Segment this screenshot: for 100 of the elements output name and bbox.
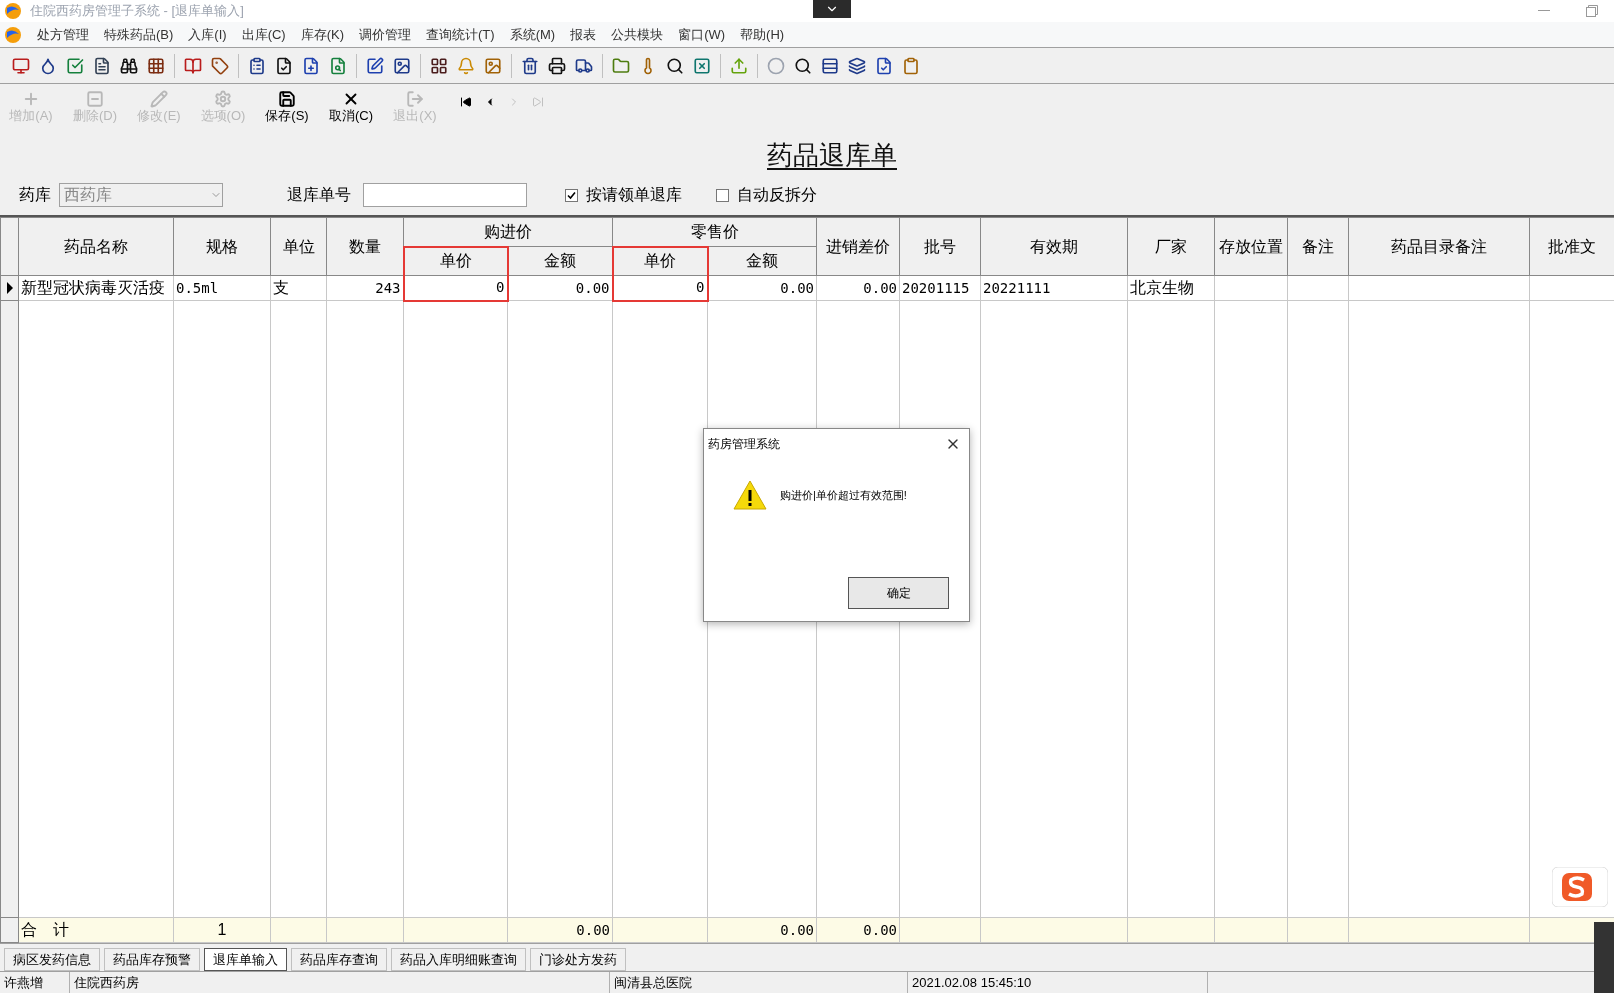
pencil-icon (150, 89, 168, 108)
menu-item[interactable]: 处方管理 (37, 24, 89, 45)
total-cell: 0.00 (816, 917, 900, 943)
table-cell: 20201115 (899, 275, 981, 301)
edit-icon[interactable] (366, 56, 384, 75)
column-header[interactable]: 厂家 (1127, 217, 1215, 276)
document-tab[interactable]: 病区发药信息 (4, 948, 100, 971)
checkbox-label[interactable]: 自动反拆分 (737, 183, 817, 207)
ime-logo-icon[interactable] (1552, 867, 1608, 907)
status-field: 2021.02.08 15:45:10 (908, 972, 1208, 993)
binoculars-icon[interactable] (120, 56, 138, 75)
toolbar-button[interactable]: 取消(C) (324, 89, 378, 124)
table-cell: 0.00 (707, 275, 817, 301)
file-check-icon[interactable] (875, 56, 893, 75)
document-tab[interactable]: 药品库存预警 (104, 948, 200, 971)
column-header[interactable]: 药品名称 (18, 217, 174, 276)
clipboard-icon[interactable] (248, 56, 266, 75)
checkbox[interactable] (565, 188, 578, 202)
gear-icon (214, 89, 232, 108)
column-header[interactable]: 批号 (899, 217, 981, 276)
menu-item[interactable]: 特殊药品(B) (104, 24, 174, 45)
table-cell: 新型冠状病毒灭活疫 (18, 275, 174, 301)
file-plus-icon[interactable] (302, 56, 320, 75)
image-icon[interactable] (393, 56, 411, 75)
table-cell: 0 (403, 275, 508, 301)
menu-item[interactable]: 系统(M) (509, 24, 556, 45)
status-field: 住院西药房 (70, 972, 610, 993)
file-check-icon[interactable] (275, 56, 293, 75)
column-header[interactable]: 进销差价 (816, 217, 900, 276)
tray-widget (1594, 922, 1614, 993)
search-icon[interactable] (794, 56, 812, 75)
document-tab[interactable]: 门诊处方发药 (530, 948, 626, 971)
drop-icon[interactable] (39, 56, 57, 75)
app-logo-icon (4, 2, 22, 20)
window-title: 住院西药房管理子系统 - [退库单输入] (30, 2, 244, 21)
document-tab[interactable]: 药品入库明细账查询 (391, 948, 526, 971)
checkbox-label[interactable]: 按请领单退库 (586, 183, 682, 207)
dropdown-tab[interactable] (813, 0, 851, 18)
restore-icon[interactable] (1586, 5, 1598, 17)
tag-icon[interactable] (211, 56, 229, 75)
grid-icon[interactable] (147, 56, 165, 75)
column-header[interactable]: 单位 (270, 217, 327, 276)
exit-icon (406, 89, 424, 108)
column-header[interactable]: 数量 (326, 217, 404, 276)
menu-item[interactable]: 调价管理 (359, 24, 411, 45)
menu-item[interactable]: 公共模块 (611, 24, 664, 45)
toolbar-button[interactable]: 保存(S) (260, 89, 314, 124)
dialog-title: 药房管理系统 (708, 436, 781, 453)
menu-item[interactable]: 窗口(W) (678, 24, 726, 45)
table-cell: 0 (612, 275, 708, 301)
column-header[interactable]: 金额 (507, 246, 613, 276)
column-header[interactable]: 规格 (173, 217, 271, 276)
file-search-icon[interactable] (329, 56, 347, 75)
minimize-icon[interactable] (1538, 10, 1550, 12)
image-icon[interactable] (484, 56, 502, 75)
menu-item[interactable]: 出库(C) (241, 24, 286, 45)
column-header[interactable]: 有效期 (980, 217, 1128, 276)
column-header[interactable]: 金额 (707, 246, 817, 276)
column-header[interactable]: 存放位置 (1214, 217, 1288, 276)
bin-icon[interactable] (521, 56, 539, 75)
checkbox[interactable] (716, 188, 729, 202)
document-tab[interactable]: 退库单输入 (204, 948, 287, 971)
check-icon[interactable] (66, 56, 84, 75)
folder-icon[interactable] (612, 56, 630, 75)
monitor-icon[interactable] (12, 56, 30, 75)
group-header: 零售价 (612, 217, 817, 247)
check-icon (567, 190, 576, 200)
table-cell: 20221111 (980, 275, 1128, 301)
column-header[interactable]: 单价 (403, 246, 508, 276)
table-cell: 北京生物 (1127, 275, 1215, 301)
status-field: 闽清县总医院 (610, 972, 908, 993)
printer-icon[interactable] (548, 56, 566, 75)
first-icon[interactable] (460, 96, 472, 108)
book-icon[interactable] (184, 56, 202, 75)
menu-item[interactable]: 帮助(H) (740, 24, 785, 45)
document-tab[interactable]: 药品库存查询 (291, 948, 387, 971)
windows-icon[interactable] (848, 56, 866, 75)
return-no-field[interactable] (363, 183, 527, 207)
grid-icon[interactable] (430, 56, 448, 75)
column-header[interactable]: 单价 (612, 246, 708, 276)
column-header[interactable]: 药品目录备注 (1348, 217, 1530, 276)
rows-icon[interactable] (821, 56, 839, 75)
bell-icon[interactable] (457, 56, 475, 75)
document-icon[interactable] (93, 56, 111, 75)
menu-item[interactable]: 查询统计(T) (426, 24, 495, 45)
column-header[interactable]: 备注 (1287, 217, 1349, 276)
form-heading: 药品退库单 (767, 139, 897, 172)
warning-icon (732, 479, 768, 511)
menu-item[interactable]: 报表 (570, 24, 597, 45)
close-square-icon[interactable] (693, 56, 711, 75)
total-cell: 0.00 (707, 917, 817, 943)
clipboard-icon[interactable] (902, 56, 920, 75)
column-header[interactable]: 批准文 (1529, 217, 1614, 276)
upload-icon[interactable] (730, 56, 748, 75)
search-icon[interactable] (666, 56, 684, 75)
ok-button[interactable]: 确定 (848, 577, 949, 609)
truck-icon[interactable] (575, 56, 593, 75)
menu-item[interactable]: 入库(I) (188, 24, 227, 45)
menu-item[interactable]: 库存(K) (300, 24, 344, 45)
table-cell: 0.5ml (173, 275, 271, 301)
